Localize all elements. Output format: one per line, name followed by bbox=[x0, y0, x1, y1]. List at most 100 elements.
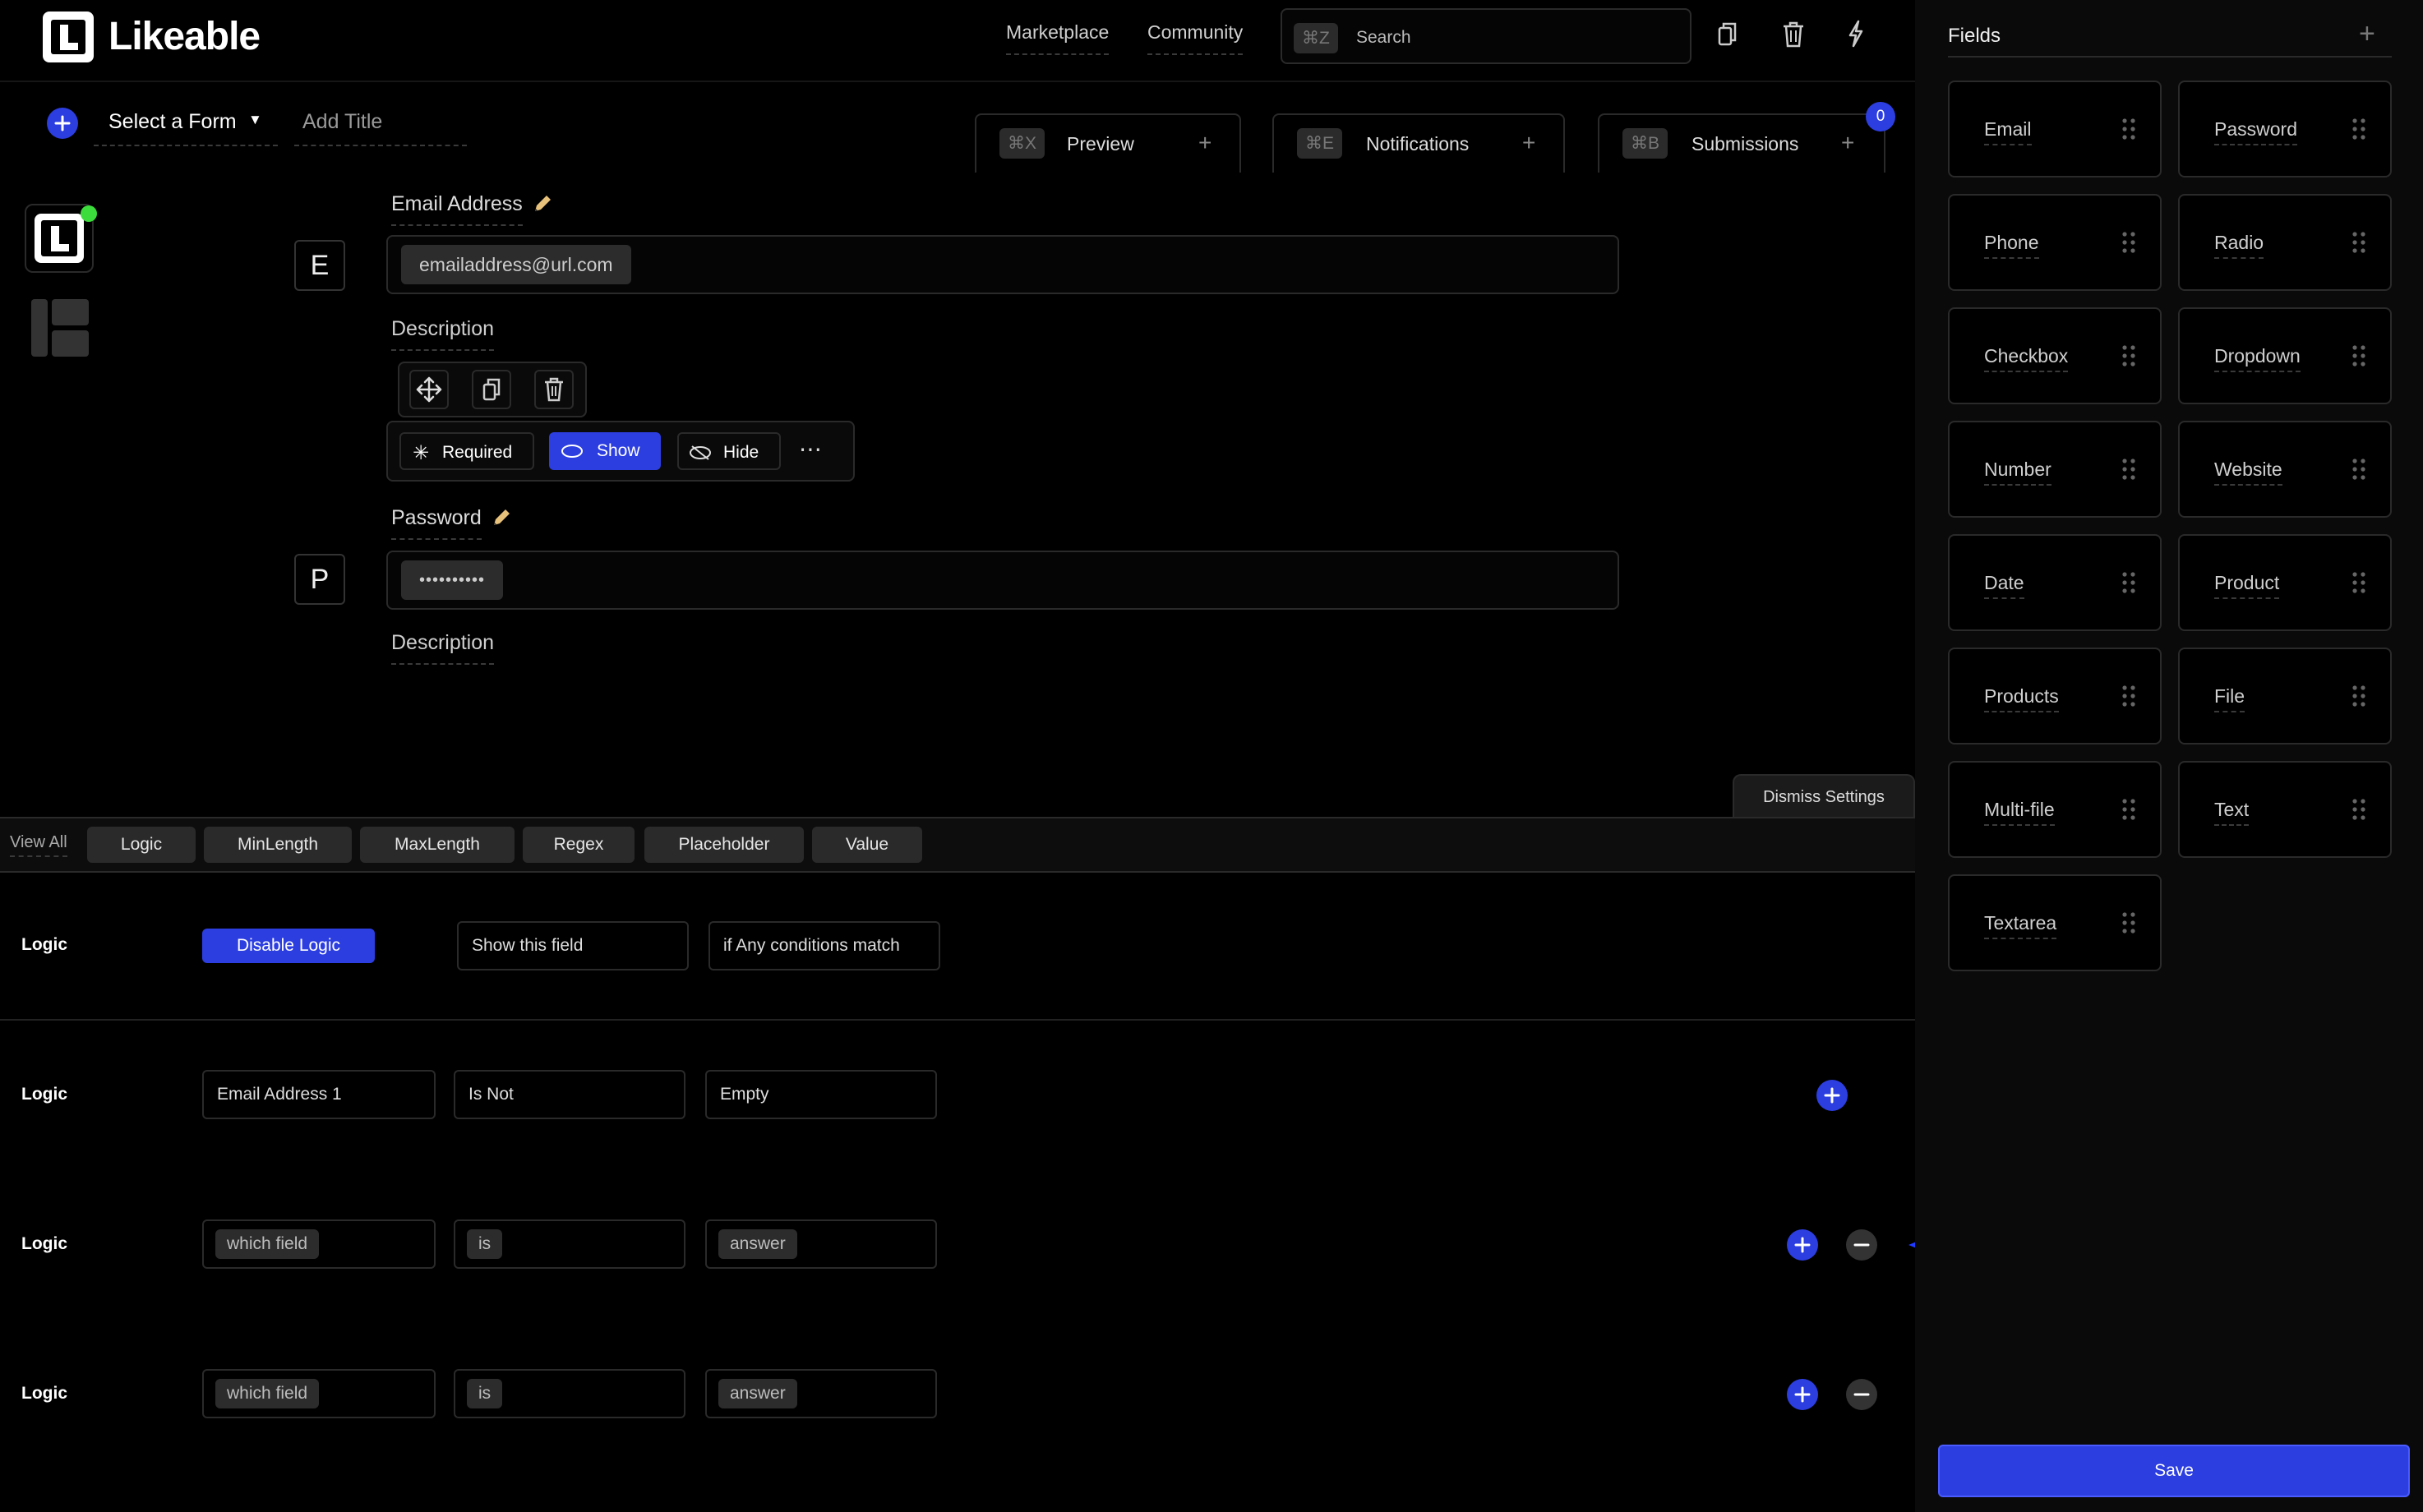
drag-handle-icon[interactable] bbox=[2352, 459, 2365, 480]
logic-match-select[interactable]: if Any conditions match bbox=[708, 921, 940, 970]
save-button[interactable]: Save bbox=[1938, 1445, 2410, 1497]
condition-operator-select[interactable]: is bbox=[454, 1369, 685, 1418]
dismiss-settings-button[interactable]: Dismiss Settings bbox=[1733, 774, 1915, 818]
condition-value-select[interactable]: answer bbox=[705, 1369, 937, 1418]
duplicate-icon[interactable] bbox=[472, 370, 511, 409]
field-card-radio[interactable]: Radio bbox=[2178, 194, 2392, 291]
condition-operator-select[interactable]: Is Not bbox=[454, 1070, 685, 1119]
add-condition-button[interactable] bbox=[1816, 1080, 1848, 1111]
search-input[interactable]: ⌘Z Search bbox=[1281, 8, 1691, 64]
header-divider bbox=[0, 81, 1915, 82]
add-form-button[interactable] bbox=[47, 108, 78, 139]
disable-logic-button[interactable]: Disable Logic bbox=[202, 929, 375, 963]
copy-icon[interactable] bbox=[1718, 21, 1738, 48]
drag-handle-icon[interactable] bbox=[2122, 118, 2135, 140]
field-card-number[interactable]: Number bbox=[1948, 421, 2162, 518]
drag-handle-icon[interactable] bbox=[2122, 459, 2135, 480]
marketplace-link[interactable]: Marketplace bbox=[1006, 21, 1110, 55]
field-card-multi-file[interactable]: Multi-file bbox=[1948, 761, 2162, 858]
tab-placeholder[interactable]: Placeholder bbox=[644, 827, 804, 863]
field-card-product[interactable]: Product bbox=[2178, 534, 2392, 631]
hide-button[interactable]: Hide bbox=[677, 432, 781, 470]
trash-icon[interactable] bbox=[1782, 21, 1805, 48]
field-card-products[interactable]: Products bbox=[1948, 648, 2162, 744]
condition-field-select[interactable]: which field bbox=[202, 1219, 436, 1269]
field-action-bar bbox=[398, 362, 587, 417]
plus-icon[interactable]: + bbox=[1841, 130, 1854, 156]
layout-icon[interactable] bbox=[31, 299, 89, 357]
drag-handle-icon[interactable] bbox=[2122, 345, 2135, 366]
add-condition-button[interactable] bbox=[1787, 1379, 1818, 1410]
logic-row-label: Logic bbox=[21, 1234, 67, 1253]
add-title-input[interactable]: Add Title bbox=[294, 108, 467, 146]
tab-maxlength[interactable]: MaxLength bbox=[360, 827, 515, 863]
condition-operator-select[interactable]: is bbox=[454, 1219, 685, 1269]
condition-value-select[interactable]: Empty bbox=[705, 1070, 937, 1119]
community-link[interactable]: Community bbox=[1147, 21, 1244, 55]
add-field-icon[interactable]: + bbox=[2359, 18, 2375, 50]
pencil-icon[interactable] bbox=[533, 194, 552, 214]
chevron-down-icon: ▼ bbox=[248, 112, 262, 127]
field-card-email[interactable]: Email bbox=[1948, 81, 2162, 177]
password-field-label[interactable]: Password bbox=[386, 506, 526, 541]
remove-condition-button[interactable] bbox=[1846, 1379, 1877, 1410]
more-icon[interactable]: ⋯ bbox=[799, 436, 824, 463]
tab-preview[interactable]: ⌘X Preview + bbox=[975, 113, 1241, 173]
condition-field-select[interactable]: which field bbox=[202, 1369, 436, 1418]
tab-regex[interactable]: Regex bbox=[523, 827, 635, 863]
add-condition-button[interactable] bbox=[1787, 1229, 1818, 1261]
form-avatar[interactable] bbox=[25, 204, 97, 273]
drag-handle-icon[interactable] bbox=[2352, 232, 2365, 253]
form-selector[interactable]: Select a Form ▼ bbox=[94, 108, 278, 146]
delete-icon[interactable] bbox=[534, 370, 574, 409]
drag-handle-icon[interactable] bbox=[2122, 232, 2135, 253]
logic-action-select[interactable]: Show this field bbox=[457, 921, 689, 970]
tab-submissions[interactable]: ⌘B Submissions + bbox=[1598, 113, 1885, 173]
field-card-textarea[interactable]: Textarea bbox=[1948, 874, 2162, 971]
field-card-phone[interactable]: Phone bbox=[1948, 194, 2162, 291]
tab-preview-label: Preview bbox=[1067, 133, 1134, 154]
email-field-label[interactable]: Email Address bbox=[386, 192, 559, 227]
email-field[interactable]: emailaddress@url.com bbox=[386, 235, 1619, 294]
drag-handle-icon[interactable] bbox=[2352, 685, 2365, 707]
pencil-icon[interactable] bbox=[492, 508, 511, 528]
condition-field-select[interactable]: Email Address 1 bbox=[202, 1070, 436, 1119]
remove-condition-button[interactable] bbox=[1846, 1229, 1877, 1261]
fields-panel-divider bbox=[1948, 56, 2392, 58]
drag-handle-icon[interactable] bbox=[2352, 118, 2365, 140]
field-card-text[interactable]: Text bbox=[2178, 761, 2392, 858]
tab-logic[interactable]: Logic bbox=[87, 827, 196, 863]
plus-icon[interactable]: + bbox=[1198, 130, 1212, 156]
field-card-date[interactable]: Date bbox=[1948, 534, 2162, 631]
view-all-link[interactable]: View All bbox=[10, 833, 67, 857]
tab-value[interactable]: Value bbox=[812, 827, 922, 863]
drag-handle-icon[interactable] bbox=[2122, 799, 2135, 820]
submissions-shortcut: ⌘B bbox=[1622, 128, 1668, 159]
password-field[interactable]: •••••••••• bbox=[386, 551, 1619, 610]
plus-icon[interactable]: + bbox=[1522, 130, 1535, 156]
lightning-icon[interactable] bbox=[1848, 20, 1864, 48]
tab-minlength[interactable]: MinLength bbox=[204, 827, 352, 863]
email-description[interactable]: Description bbox=[391, 317, 495, 351]
field-card-password[interactable]: Password bbox=[2178, 81, 2392, 177]
move-icon[interactable] bbox=[409, 370, 449, 409]
app-logo-mark[interactable] bbox=[43, 12, 94, 62]
drag-handle-icon[interactable] bbox=[2122, 572, 2135, 593]
condition-value-select[interactable]: answer bbox=[705, 1219, 937, 1269]
drag-handle-icon[interactable] bbox=[2122, 912, 2135, 933]
field-card-file[interactable]: File bbox=[2178, 648, 2392, 744]
field-card-checkbox[interactable]: Checkbox bbox=[1948, 307, 2162, 404]
drag-handle-icon[interactable] bbox=[2352, 345, 2365, 366]
drag-handle-icon[interactable] bbox=[2122, 685, 2135, 707]
drag-handle-icon[interactable] bbox=[2352, 799, 2365, 820]
drag-handle-icon[interactable] bbox=[2352, 572, 2365, 593]
password-description[interactable]: Description bbox=[391, 631, 495, 665]
logic-divider bbox=[0, 1019, 1915, 1021]
search-shortcut: ⌘Z bbox=[1294, 23, 1338, 53]
required-toggle[interactable]: ✳ Required bbox=[399, 432, 534, 470]
show-button[interactable]: Show bbox=[549, 432, 661, 470]
tab-notifications[interactable]: ⌘E Notifications + bbox=[1272, 113, 1565, 173]
field-card-dropdown[interactable]: Dropdown bbox=[2178, 307, 2392, 404]
field-card-website[interactable]: Website bbox=[2178, 421, 2392, 518]
app-name[interactable]: Likeable bbox=[108, 12, 261, 62]
